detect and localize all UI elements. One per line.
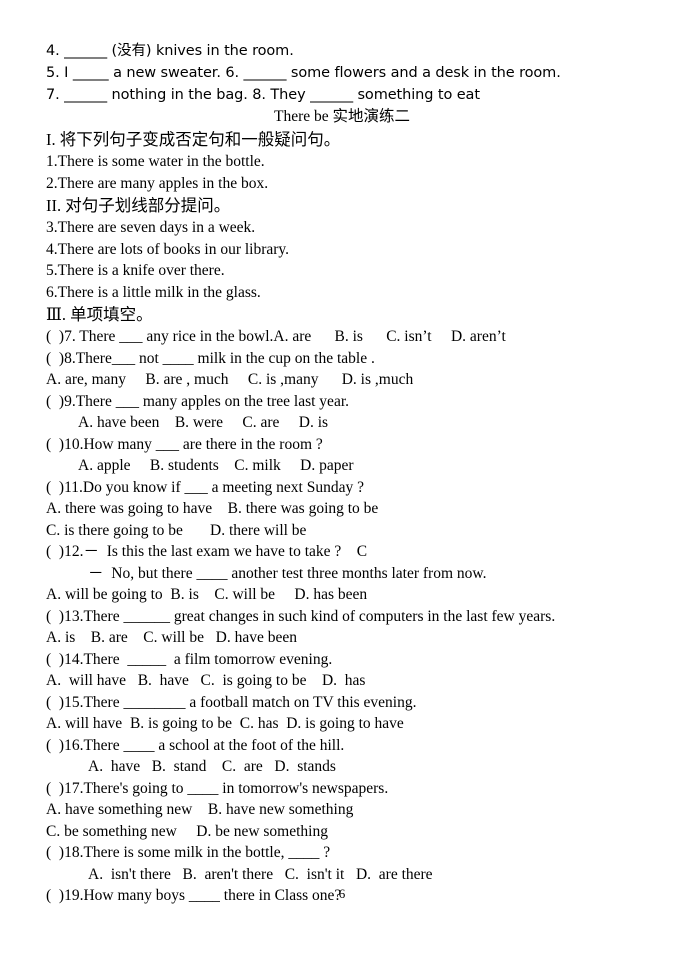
question-stem-11: ( )11.Do you know if ___ a meeting next … bbox=[46, 478, 364, 496]
question-stem-14: ( )14.There _____ a film tomorrow evenin… bbox=[46, 650, 333, 668]
section-heading-1: I. 将下列句子变成否定句和一般疑问句。 bbox=[46, 130, 341, 149]
question-stem-10: ( )10.How many ___ are there in the room… bbox=[46, 435, 323, 453]
document-page: 4. ______ (没有) knives in the room. 5. I … bbox=[0, 0, 684, 968]
question-18-options: A. isn't there B. aren't there C. isn't … bbox=[88, 865, 433, 883]
question-stem-12-reply: － No, but there ____ another test three … bbox=[88, 564, 487, 582]
section-1-item-1: 1.There is some water in the bottle. bbox=[46, 153, 265, 170]
section-1-item-2: 2.There are many apples in the box. bbox=[46, 174, 269, 192]
question-stem-17: ( )17.There's going to ____ in tomorrow'… bbox=[46, 779, 389, 797]
page-number: 6 bbox=[338, 886, 346, 901]
question-13-options: A. is B. are C. will be D. have been bbox=[46, 629, 297, 646]
question-11-options-ab: A. there was going to have B. there was … bbox=[46, 500, 379, 517]
page-title: There be 实地演练二 bbox=[273, 108, 411, 125]
question-stem-15: ( )15.There ________ a football match on… bbox=[46, 693, 417, 711]
section-2-item-2: 4.There are lots of books in our library… bbox=[46, 240, 290, 258]
fill-in-line-7-8: 7. ______ nothing in the bag. 8. They __… bbox=[46, 87, 480, 103]
question-14-options: A. will have B. have C. is going to be D… bbox=[46, 672, 366, 689]
question-12-options: A. will be going to B. is C. will be D. … bbox=[46, 586, 368, 603]
fill-in-line-5-6: 5. I _____ a new sweater. 6. ______ some… bbox=[46, 65, 561, 81]
question-stem-7: ( )7. There ___ any rice in the bowl.A. … bbox=[0, 326, 684, 348]
question-stem-13: ( )13.There ______ great changes in such… bbox=[46, 607, 556, 625]
section-2-item-3: 5.There is a knife over there. bbox=[46, 262, 225, 279]
question-stem-9: ( )9.There ___ many apples on the tree l… bbox=[46, 392, 349, 410]
question-9-options: A. have been B. were C. are D. is bbox=[78, 414, 329, 431]
question-stem-16: ( )16.There ____ a school at the foot of… bbox=[46, 736, 345, 754]
question-16-options: A. have B. stand C. are D. stands bbox=[88, 758, 336, 775]
question-stem-8: ( )8.There___ not ____ milk in the cup o… bbox=[46, 349, 375, 367]
question-17-options-ab: A. have something new B. have new someth… bbox=[46, 801, 354, 818]
document-body: 4. ______ (没有) knives in the room. 5. I … bbox=[0, 40, 684, 907]
question-15-options: A. will have B. is going to be C. has D.… bbox=[46, 715, 404, 732]
section-2-item-1: 3.There are seven days in a week. bbox=[46, 219, 256, 236]
section-heading-2: II. 对句子划线部分提问。 bbox=[46, 196, 231, 215]
question-stem-18: ( )18.There is some milk in the bottle, … bbox=[46, 844, 331, 861]
question-8-options: A. are, many B. are , much C. is ,many D… bbox=[46, 371, 414, 388]
question-10-options: A. apple B. students C. milk D. paper bbox=[78, 457, 354, 474]
question-stem-12: ( )12.－ Is this the last exam we have to… bbox=[46, 543, 368, 560]
section-2-item-4: 6.There is a little milk in the glass. bbox=[46, 283, 261, 301]
fill-in-line-4: 4. ______ (没有) knives in the room. bbox=[46, 43, 294, 59]
question-7-inline-options: A. are B. is C. isn’t D. aren’t bbox=[273, 328, 506, 345]
section-heading-3: Ⅲ. 单项填空。 bbox=[46, 305, 153, 324]
question-11-options-cd: C. is there going to be D. there will be bbox=[46, 521, 307, 539]
question-17-options-cd: C. be something new D. be new something bbox=[46, 822, 328, 840]
question-stem-7-text: ( )7. There ___ any rice in the bowl. bbox=[46, 328, 274, 345]
